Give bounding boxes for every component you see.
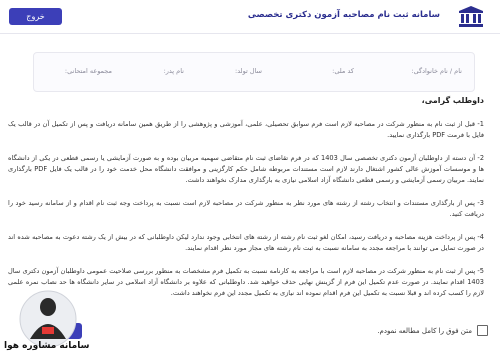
instructions: داوطلب گرامی، 1- قبل از ثبت نام به منظور…: [8, 96, 484, 311]
instruction-item: 1- قبل از ثبت نام به منظور شرکت در مصاحب…: [8, 120, 484, 139]
applicant-info-card: نام / نام خانوادگی: کد ملی: سال تولد: نا…: [33, 52, 475, 92]
info-field-name: نام / نام خانوادگی:: [411, 67, 462, 75]
university-logo-icon: [459, 6, 483, 27]
info-field-national-code: کد ملی:: [332, 67, 354, 75]
watermark-text: سامانه مشاوره هوا: [4, 341, 90, 351]
header-bar: خروج سامانه ثبت نام مصاحبه آزمون دکتری ت…: [0, 0, 500, 34]
agree-label: متن فوق را کامل مطالعه نمودم.: [377, 326, 472, 335]
info-field-birth-year: سال تولد:: [235, 67, 262, 75]
agree-row[interactable]: متن فوق را کامل مطالعه نمودم.: [377, 325, 488, 336]
info-field-exam-group: مجموعه امتحانی:: [64, 67, 112, 75]
agree-checkbox[interactable]: [477, 325, 488, 336]
exit-button[interactable]: خروج: [9, 8, 62, 25]
info-field-father-name: نام پدر:: [163, 67, 184, 75]
instruction-item: 3- پس از بارگذاری مستندات و انتخاب رشته …: [8, 199, 484, 218]
page-title: سامانه ثبت نام مصاحبه آزمون دکتری تخصصی: [247, 10, 440, 20]
greeting-heading: داوطلب گرامی،: [421, 96, 484, 105]
instruction-item: 2- آن دسته از داوطلبان آزمون دکتری تخصصی…: [8, 154, 485, 184]
instruction-item: 4- پس از پرداخت هزینه مصاحبه و دریافت رس…: [8, 233, 484, 252]
